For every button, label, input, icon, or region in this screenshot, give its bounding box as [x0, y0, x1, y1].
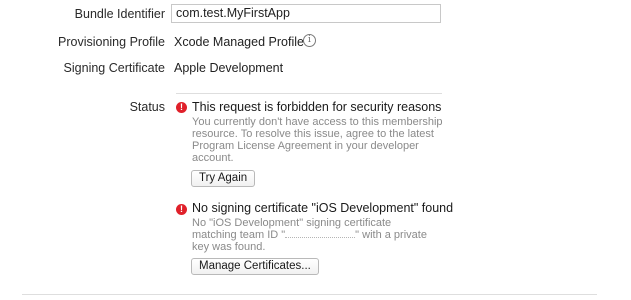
bundle-identifier-field[interactable]: com.test.MyFirstApp: [171, 4, 441, 23]
error-exclamation-icon: !: [176, 102, 187, 113]
signing-certificate-label: Signing Certificate: [63, 61, 165, 75]
info-circle-icon[interactable]: i: [303, 34, 316, 47]
signing-settings-panel: Bundle Identifier com.test.MyFirstApp Pr…: [0, 0, 631, 300]
redacted-team-id: [285, 229, 356, 238]
try-again-button[interactable]: Try Again: [191, 170, 256, 187]
error-title-forbidden: This request is forbidden for security r…: [192, 100, 442, 114]
bottom-divider: [22, 294, 597, 295]
error-description-no-certificate: No "iOS Development" signing certificate…: [192, 217, 437, 253]
bundle-identifier-label: Bundle Identifier: [74, 7, 165, 21]
status-label: Status: [129, 100, 165, 114]
manage-certificates-button[interactable]: Manage Certificates...: [191, 258, 319, 275]
error-description-forbidden: You currently don't have access to this …: [192, 116, 443, 164]
signing-certificate-value: Apple Development: [174, 61, 284, 75]
provisioning-profile-label: Provisioning Profile: [58, 35, 165, 49]
error-exclamation-icon: !: [176, 204, 187, 215]
error-title-no-certificate: No signing certificate "iOS Development"…: [192, 201, 454, 215]
provisioning-profile-value: Xcode Managed Profile: [174, 35, 304, 49]
section-divider: [176, 93, 442, 94]
